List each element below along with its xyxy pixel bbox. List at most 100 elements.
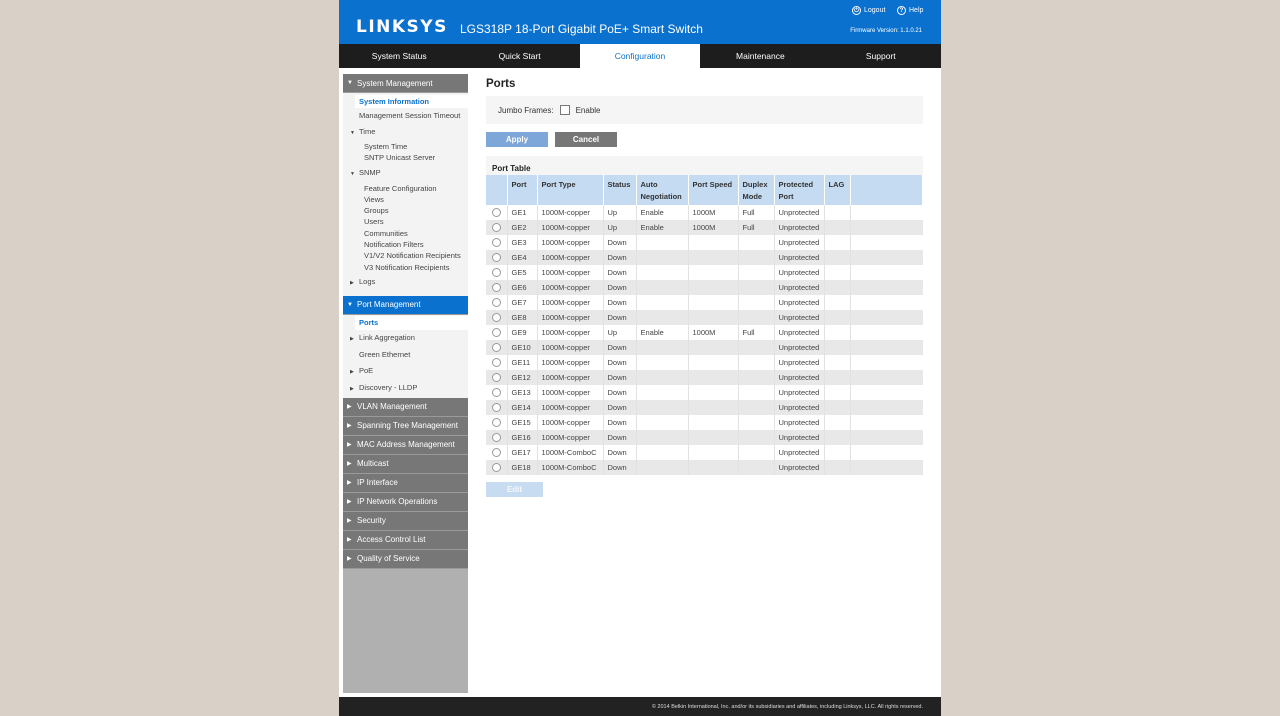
cell-status: Down xyxy=(603,295,637,310)
sidebar-item-system-management[interactable]: ▼ System Management xyxy=(343,74,468,93)
row-select-radio[interactable] xyxy=(492,403,501,412)
sidebar-item-vlan-management[interactable]: ▶ VLAN Management xyxy=(343,397,468,417)
sidebar-item-spanning-tree-management[interactable]: ▶ Spanning Tree Management xyxy=(343,416,468,436)
sidebar-item-green-ethernet[interactable]: Green Ethernet xyxy=(343,347,468,363)
sidebar-item-v1v2-notification-recipients[interactable]: V1/V2 Notification Recipients xyxy=(343,250,468,261)
tab-quick-start[interactable]: Quick Start xyxy=(459,44,579,68)
row-select-radio[interactable] xyxy=(492,448,501,457)
sidebar-item-feature-configuration[interactable]: Feature Configuration xyxy=(343,183,468,194)
row-select-radio[interactable] xyxy=(492,388,501,397)
sidebar-item-discovery-lldp[interactable]: ▶ Discovery - LLDP xyxy=(343,380,468,397)
cell-auto-negotiation: Enable xyxy=(636,325,689,340)
sidebar-item-mac-address-management[interactable]: ▶ MAC Address Management xyxy=(343,435,468,455)
sidebar-item-users[interactable]: Users xyxy=(343,216,468,227)
table-row[interactable]: GE12 1000M-copper Down Unprotected xyxy=(486,370,923,385)
table-row[interactable]: GE15 1000M-copper Down Unprotected xyxy=(486,415,923,430)
sidebar-item-system-time[interactable]: System Time xyxy=(343,141,468,152)
row-select-radio[interactable] xyxy=(492,223,501,232)
sidebar-item-groups[interactable]: Groups xyxy=(343,205,468,216)
cell-port-type: 1000M-copper xyxy=(537,370,604,385)
tab-maintenance[interactable]: Maintenance xyxy=(700,44,820,68)
table-row[interactable]: GE7 1000M-copper Down Unprotected xyxy=(486,295,923,310)
sidebar-item-ports[interactable]: Ports xyxy=(355,315,468,330)
table-row[interactable]: GE17 1000M-ComboC Down Unprotected xyxy=(486,445,923,460)
edit-button[interactable]: Edit xyxy=(486,482,543,497)
sidebar-item-notification-filters[interactable]: Notification Filters xyxy=(343,239,468,250)
sidebar-item-views[interactable]: Views xyxy=(343,194,468,205)
table-row[interactable]: GE2 1000M-copper Up Enable 1000M Full Unprotec… xyxy=(486,220,923,235)
port-table-title: Port Table xyxy=(492,164,531,173)
triangle-right-icon: ▶ xyxy=(347,480,352,487)
row-select-radio[interactable] xyxy=(492,463,501,472)
power-icon: ⏻ xyxy=(852,6,861,15)
port-table-body: GE1 1000M-copper Up Enable 1000M Full Unprotec… xyxy=(486,205,923,475)
column-header-port: Port xyxy=(507,175,538,205)
help-link[interactable]: ? Help xyxy=(897,6,923,15)
row-select-radio[interactable] xyxy=(492,358,501,367)
sidebar-item-time[interactable]: ▼ Time xyxy=(343,124,468,141)
sidebar-item-communities[interactable]: Communities xyxy=(343,228,468,239)
sidebar-item-poe[interactable]: ▶ PoE xyxy=(343,363,468,380)
row-select-radio[interactable] xyxy=(492,298,501,307)
sidebar-item-ip-network-operations[interactable]: ▶ IP Network Operations xyxy=(343,492,468,512)
cell-duplex-mode xyxy=(738,235,775,250)
tab-support[interactable]: Support xyxy=(821,44,941,68)
table-row[interactable]: GE14 1000M-copper Down Unprotected xyxy=(486,400,923,415)
sidebar-item-port-management[interactable]: ▼ Port Management xyxy=(343,295,468,315)
table-row[interactable]: GE10 1000M-copper Down Unprotected xyxy=(486,340,923,355)
cell-status: Down xyxy=(603,385,637,400)
cell-duplex-mode xyxy=(738,415,775,430)
sidebar-item-link-aggregation[interactable]: ▶ Link Aggregation xyxy=(343,330,468,347)
tab-system-status[interactable]: System Status xyxy=(339,44,459,68)
sidebar-item-ip-interface[interactable]: ▶ IP Interface xyxy=(343,473,468,493)
sidebar-item-access-control-list[interactable]: ▶ Access Control List xyxy=(343,530,468,550)
row-select-radio[interactable] xyxy=(492,343,501,352)
row-select-cell xyxy=(486,355,508,370)
sidebar-item-snmp[interactable]: ▼ SNMP xyxy=(343,164,468,183)
row-select-radio[interactable] xyxy=(492,238,501,247)
table-row[interactable]: GE3 1000M-copper Down Unprotected xyxy=(486,235,923,250)
table-row[interactable]: GE16 1000M-copper Down Unprotected xyxy=(486,430,923,445)
cell-port-speed xyxy=(688,385,739,400)
row-select-radio[interactable] xyxy=(492,313,501,322)
table-row[interactable]: GE8 1000M-copper Down Unprotected xyxy=(486,310,923,325)
row-select-radio[interactable] xyxy=(492,433,501,442)
sidebar-item-v3-notification-recipients[interactable]: V3 Notification Recipients xyxy=(343,262,468,273)
row-select-radio[interactable] xyxy=(492,373,501,382)
row-select-radio[interactable] xyxy=(492,328,501,337)
sidebar-item-logs[interactable]: ▶ Logs xyxy=(343,273,468,292)
sidebar-item-security[interactable]: ▶ Security xyxy=(343,511,468,531)
row-select-radio[interactable] xyxy=(492,208,501,217)
table-row[interactable]: GE5 1000M-copper Down Unprotected xyxy=(486,265,923,280)
tab-configuration[interactable]: Configuration xyxy=(579,44,701,68)
row-select-radio[interactable] xyxy=(492,253,501,262)
cancel-button[interactable]: Cancel xyxy=(555,132,617,147)
table-row[interactable]: GE4 1000M-copper Down Unprotected xyxy=(486,250,923,265)
row-select-radio[interactable] xyxy=(492,283,501,292)
table-row[interactable]: GE13 1000M-copper Down Unprotected xyxy=(486,385,923,400)
sidebar-item-sntp-unicast-server[interactable]: SNTP Unicast Server xyxy=(343,152,468,163)
table-row[interactable]: GE6 1000M-copper Down Unprotected xyxy=(486,280,923,295)
cell-auto-negotiation xyxy=(636,415,689,430)
cell-auto-negotiation xyxy=(636,340,689,355)
row-select-cell xyxy=(486,220,508,235)
triangle-down-icon: ▼ xyxy=(350,170,355,177)
jumbo-frames-checkbox[interactable] xyxy=(559,105,570,115)
cell-port-speed xyxy=(688,310,739,325)
sidebar-item-label: Link Aggregation xyxy=(359,332,415,342)
table-row[interactable]: GE18 1000M-ComboC Down Unprotected xyxy=(486,460,923,475)
table-row[interactable]: GE11 1000M-copper Down Unprotected xyxy=(486,355,923,370)
table-row[interactable]: GE9 1000M-copper Up Enable 1000M Full Unprotec… xyxy=(486,325,923,340)
cell-port-type: 1000M-ComboC xyxy=(537,445,604,460)
column-header-status: Status xyxy=(603,175,637,205)
sidebar-item-system-information[interactable]: System Information xyxy=(355,95,468,108)
cell-protected-port: Unprotected xyxy=(774,355,825,370)
apply-button[interactable]: Apply xyxy=(486,132,548,147)
sidebar-item-quality-of-service[interactable]: ▶ Quality of Service xyxy=(343,549,468,569)
sidebar-item-multicast[interactable]: ▶ Multicast xyxy=(343,454,468,474)
row-select-radio[interactable] xyxy=(492,268,501,277)
row-select-radio[interactable] xyxy=(492,418,501,427)
sidebar-item-management-session-timeout[interactable]: Management Session Timeout xyxy=(343,108,468,124)
logout-link[interactable]: ⏻ Logout xyxy=(852,6,885,15)
table-row[interactable]: GE1 1000M-copper Up Enable 1000M Full Unprotec… xyxy=(486,205,923,220)
